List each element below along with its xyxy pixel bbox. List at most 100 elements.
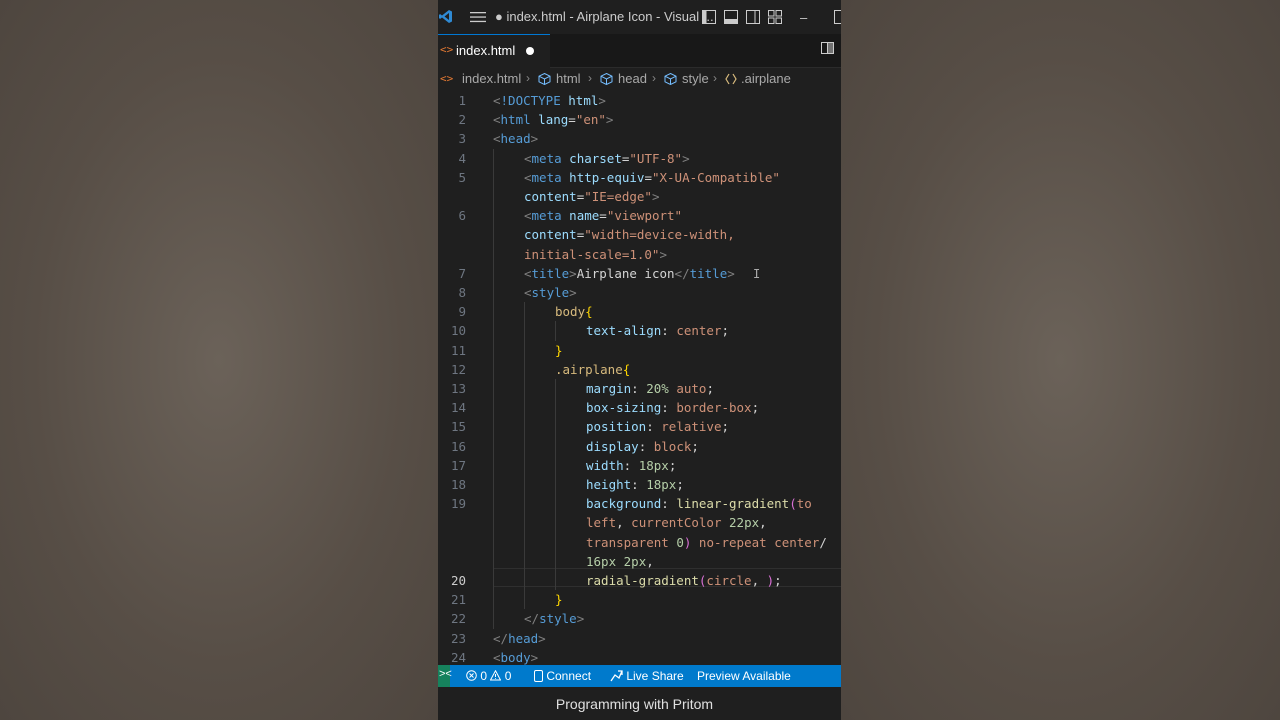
- code-text: text-align: center;: [586, 321, 729, 340]
- breadcrumb-item-file[interactable]: index.html: [462, 71, 521, 86]
- indent-guide: [493, 590, 494, 610]
- code-token: Airplane icon: [576, 265, 675, 281]
- code-token: <: [524, 208, 532, 224]
- indent-guide: [524, 417, 525, 437]
- unsaved-dot-icon[interactable]: [526, 47, 534, 55]
- line-number: 5: [458, 169, 466, 185]
- live-share-button[interactable]: Live Share: [610, 669, 684, 683]
- code-text: }: [555, 590, 563, 609]
- code-line[interactable]: 23 </head>: [438, 629, 841, 648]
- code-line[interactable]: 7 <title>Airplane icon</title>: [438, 263, 841, 283]
- indent-guide: [493, 225, 494, 245]
- code-line[interactable]: 22 </style>: [438, 609, 841, 629]
- code-token: width: [586, 457, 624, 473]
- code-token: center: [774, 534, 820, 550]
- error-icon: [466, 670, 477, 681]
- code-token: <: [524, 285, 532, 300]
- code-token: box-sizing: [586, 400, 662, 416]
- indent-guide: [555, 321, 556, 341]
- line-number: 9: [458, 304, 466, 320]
- code-token: to: [796, 496, 812, 512]
- code-token: "en": [575, 112, 606, 128]
- code-token: /: [819, 534, 827, 550]
- code-line[interactable]: 8 <style>: [438, 283, 841, 303]
- indent-guide: [493, 551, 494, 571]
- code-token: name: [569, 208, 600, 224]
- code-line[interactable]: 13 margin: 20% auto;: [438, 379, 841, 399]
- code-line[interactable]: 12 .airplane{: [438, 359, 841, 379]
- code-line[interactable]: 17 width: 18px;: [438, 455, 841, 475]
- code-line[interactable]: 9 body{: [438, 302, 841, 322]
- line-number: 11: [450, 342, 466, 358]
- toggle-secondary-sidebar-icon[interactable]: [746, 10, 760, 24]
- problems-indicator[interactable]: 0 0: [466, 669, 511, 683]
- preview-available-label[interactable]: Preview Available: [697, 669, 791, 683]
- code-token: {: [622, 361, 631, 377]
- code-text: box-sizing: border-box;: [586, 398, 759, 417]
- code-line[interactable]: 11}: [438, 340, 841, 360]
- code-line[interactable]: initial-scale=1.0">: [438, 244, 841, 264]
- element-cube-icon: [538, 73, 551, 85]
- code-token: style: [531, 285, 570, 300]
- code-line[interactable]: 19 background: linear-gradient(to: [438, 494, 841, 514]
- code-text: .airplane{: [555, 360, 630, 379]
- code-token: relative: [661, 419, 722, 435]
- code-token: >: [576, 611, 585, 627]
- code-text: <!DOCTYPE html>: [493, 91, 606, 110]
- indent-guide: [493, 532, 494, 552]
- connect-button[interactable]: Connect: [534, 669, 591, 683]
- code-line[interactable]: 6 <meta name="viewport": [438, 206, 841, 226]
- code-line[interactable]: 10 text-align: center;: [438, 321, 841, 341]
- code-line[interactable]: 2 <html lang="en">: [438, 110, 841, 129]
- code-text: initial-scale=1.0">: [524, 245, 667, 264]
- code-line[interactable]: 3 <head>: [438, 129, 841, 148]
- toggle-panel-icon[interactable]: [724, 10, 738, 24]
- code-line[interactable]: 18 height: 18px;: [438, 475, 841, 495]
- breadcrumb-item-style[interactable]: style: [682, 71, 709, 86]
- code-token: >: [598, 93, 606, 108]
- code-token: center: [676, 323, 722, 339]
- code-token: >: [569, 285, 577, 300]
- minimize-icon[interactable]: –: [800, 10, 807, 25]
- toggle-primary-sidebar-icon[interactable]: [702, 10, 716, 24]
- line-number: 23: [450, 630, 466, 646]
- code-token: 16px: [586, 553, 617, 569]
- code-line[interactable]: 15 position: relative;: [438, 417, 841, 437]
- code-line[interactable]: content="width=device-width,: [438, 225, 841, 245]
- code-token: circle: [706, 573, 752, 588]
- chevron-right-icon: ›: [588, 71, 592, 85]
- code-token: 0: [676, 534, 684, 550]
- maximize-icon[interactable]: [834, 10, 841, 24]
- code-line[interactable]: 14 box-sizing: border-box;: [438, 398, 841, 418]
- code-line[interactable]: left, currentColor 22px,: [438, 513, 841, 533]
- code-line[interactable]: 4 <meta charset="UTF-8">: [438, 148, 841, 168]
- line-number: 4: [458, 150, 466, 166]
- menu-icon[interactable]: [470, 11, 486, 23]
- breadcrumb-item-html[interactable]: html: [556, 71, 581, 86]
- code-token: head: [508, 630, 539, 646]
- code-token: content: [524, 227, 577, 243]
- code-line[interactable]: 20 radial-gradient(circle, );: [438, 571, 841, 591]
- remote-indicator[interactable]: ><: [438, 665, 452, 687]
- code-line[interactable]: 21}: [438, 590, 841, 610]
- code-line[interactable]: content="IE=edge">: [438, 187, 841, 207]
- code-line[interactable]: 24 <body>: [438, 648, 841, 667]
- code-line[interactable]: 16 display: block;: [438, 436, 841, 456]
- breadcrumb-item-head[interactable]: head: [618, 71, 647, 86]
- code-line[interactable]: transparent 0) no-repeat center/: [438, 532, 841, 552]
- code-token: <: [493, 112, 501, 128]
- code-token: title: [689, 265, 728, 281]
- code-line[interactable]: 1 <!DOCTYPE html>: [438, 91, 841, 110]
- split-editor-icon[interactable]: [821, 42, 834, 54]
- tab-index-html[interactable]: <> index.html: [438, 34, 550, 68]
- code-line[interactable]: 16px 2px,: [438, 551, 841, 571]
- code-line[interactable]: 5 <meta http-equiv="X-UA-Compatible": [438, 167, 841, 187]
- code-editor[interactable]: I 1 <!DOCTYPE html> 2 <html lang="en"> 3 <hea…: [438, 90, 841, 665]
- code-token: currentColor: [631, 515, 722, 531]
- breadcrumb-item-airplane[interactable]: .airplane: [741, 71, 791, 86]
- code-text: <meta charset="UTF-8">: [524, 149, 690, 168]
- customize-layout-icon[interactable]: [768, 10, 782, 24]
- code-token: ;: [668, 457, 677, 473]
